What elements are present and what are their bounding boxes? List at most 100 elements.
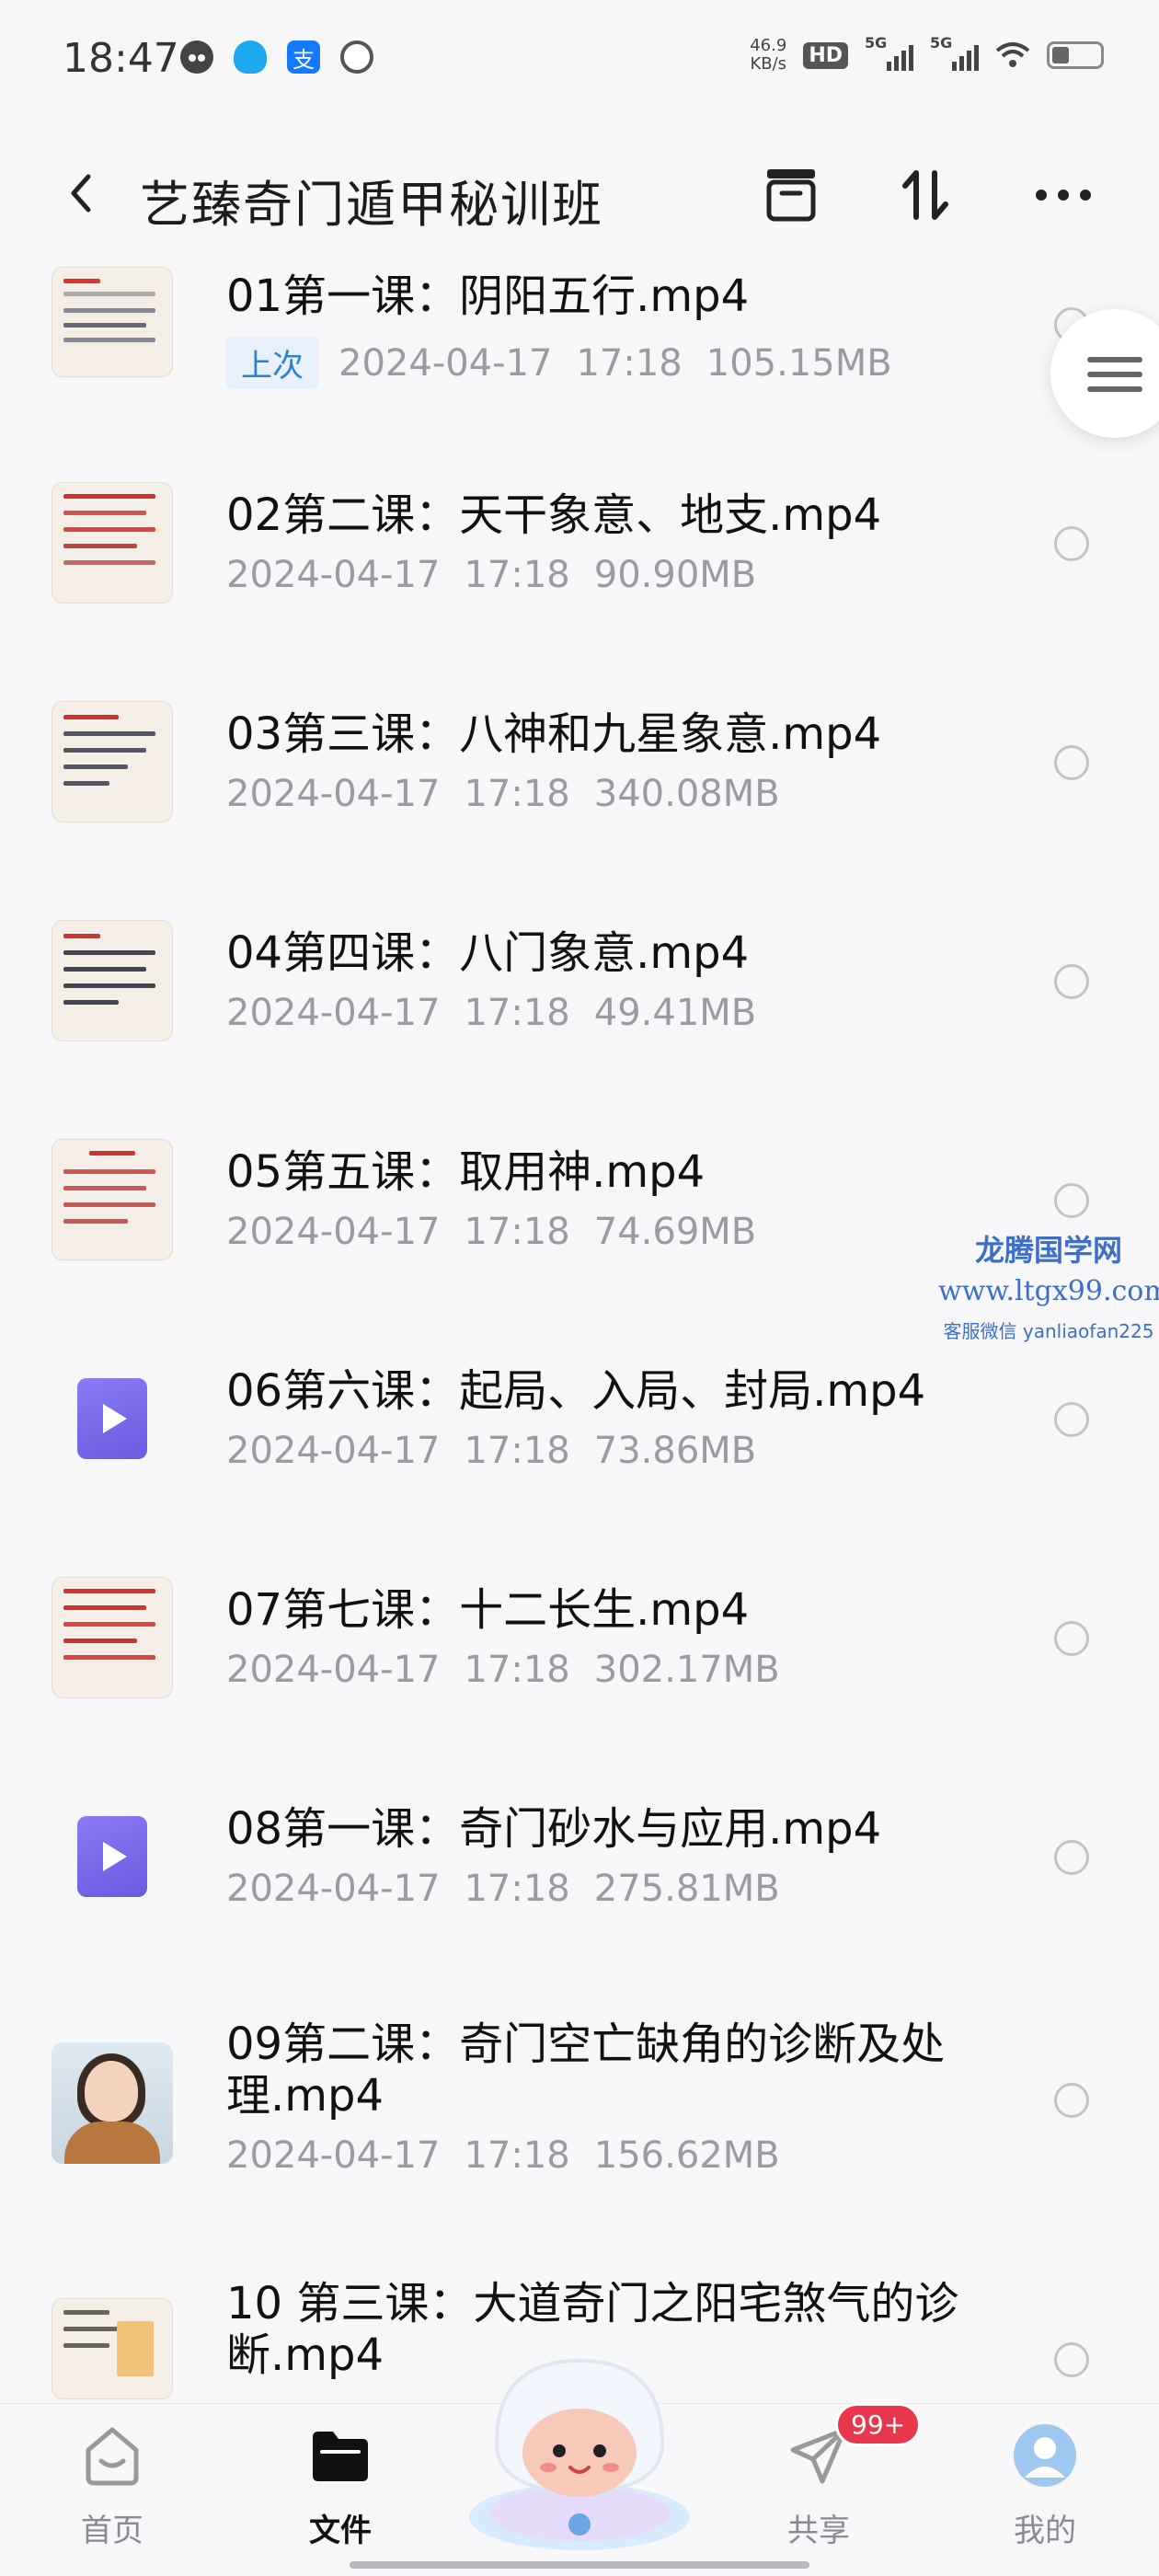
- net-speed-unit: KB/s: [750, 54, 787, 74]
- cat-icon: [180, 40, 213, 74]
- file-thumbnail: [52, 1139, 173, 1260]
- net-speed: 46.9 KB/s: [750, 37, 786, 74]
- file-time: 17:18: [464, 1211, 570, 1253]
- nav-label: 共享: [787, 2513, 850, 2549]
- file-size: 74.69MB: [593, 1211, 757, 1253]
- file-thumbnail: [52, 1577, 173, 1698]
- nav-label: 文件: [309, 2513, 372, 2549]
- file-date: 2024-04-17: [226, 554, 441, 596]
- nav-label: 首页: [81, 2513, 143, 2549]
- select-radio[interactable]: [1054, 964, 1089, 999]
- signal-label: 5G: [930, 34, 953, 52]
- file-thumbnail: [52, 267, 173, 377]
- select-radio[interactable]: [1054, 526, 1089, 561]
- file-size: 105.15MB: [706, 341, 892, 385]
- file-date: 2024-04-17: [226, 1211, 441, 1253]
- file-time: 17:18: [576, 341, 683, 385]
- file-size: 275.81MB: [593, 1868, 780, 1910]
- more-button[interactable]: [1028, 160, 1098, 230]
- file-thumbnail: [52, 1796, 173, 1917]
- file-size: 73.86MB: [593, 1430, 757, 1472]
- file-time: 17:18: [464, 554, 570, 596]
- status-right: 46.9 KB/s HD 5G 5G: [750, 34, 1104, 74]
- file-meta: 上次 2024-04-17 17:18 105.15MB: [226, 337, 892, 389]
- file-thumbnail: [52, 482, 173, 604]
- file-size: 302.17MB: [593, 1649, 780, 1691]
- chevron-left-icon: [71, 174, 91, 213]
- file-size: 49.41MB: [593, 992, 757, 1034]
- file-thumbnail: [52, 1358, 173, 1479]
- signal-label: 5G: [865, 34, 888, 52]
- file-name: 02第二课：天干象意、地支.mp4: [226, 489, 882, 541]
- file-meta: 2024-04-17 17:18 302.17MB: [226, 1649, 780, 1691]
- alipay-icon: 支: [287, 40, 320, 74]
- file-thumbnail: [52, 2298, 173, 2399]
- signal-icon: 5G: [865, 34, 913, 71]
- file-name: 05第五课：取用神.mp4: [226, 1146, 706, 1198]
- select-radio[interactable]: [1054, 1402, 1089, 1437]
- file-date: 2024-04-17: [226, 1430, 441, 1472]
- last-viewed-tag: 上次: [226, 337, 318, 389]
- file-meta: 2024-04-17 17:18 90.90MB: [226, 554, 756, 596]
- file-meta: 2024-04-17 17:18 156.62MB: [226, 2134, 780, 2177]
- watermark-title: 龙腾国学网: [974, 1233, 1122, 1268]
- qq-icon: [234, 40, 267, 74]
- nav-mine[interactable]: 我的: [981, 2422, 1109, 2550]
- file-time: 17:18: [464, 1430, 570, 1472]
- mascot-icon: [469, 2358, 690, 2550]
- video-file-icon: [77, 1816, 147, 1897]
- file-meta: 2024-04-17 17:18 73.86MB: [226, 1430, 756, 1472]
- file-name: 07第七课：十二长生.mp4: [226, 1584, 750, 1636]
- file-size: 340.08MB: [593, 773, 780, 815]
- status-bar: 18:47 支 46.9 KB/s HD 5G 5G: [0, 0, 1159, 129]
- select-radio[interactable]: [1054, 745, 1089, 780]
- file-name: 09第二课：奇门空亡缺角的诊断及处 理.mp4: [226, 2018, 990, 2122]
- more-dots-icon: [1036, 190, 1091, 201]
- sort-button[interactable]: [890, 160, 960, 230]
- status-time: 18:47: [63, 35, 179, 82]
- select-radio[interactable]: [1054, 1183, 1089, 1218]
- file-name: 04第四课：八门象意.mp4: [226, 927, 750, 979]
- select-radio[interactable]: [1054, 2342, 1089, 2377]
- file-name: 01第一课：阴阳五行.mp4: [226, 270, 750, 322]
- wifi-icon: [995, 41, 1030, 69]
- home-indicator: [350, 2561, 809, 2569]
- file-thumbnail: [52, 2042, 173, 2164]
- file-meta: 2024-04-17 17:18 275.81MB: [226, 1868, 780, 1910]
- file-time: 17:18: [464, 2134, 570, 2177]
- file-time: 17:18: [464, 1649, 570, 1691]
- home-icon: [79, 2422, 145, 2489]
- battery-icon: [1047, 41, 1104, 69]
- nav-home[interactable]: 首页: [48, 2422, 177, 2550]
- file-meta: 2024-04-17 17:18 74.69MB: [226, 1211, 756, 1253]
- file-thumbnail: [52, 920, 173, 1041]
- mascot-assistant-button[interactable]: [460, 2333, 699, 2554]
- notification-icons: 支: [180, 40, 373, 74]
- header: 艺臻奇门遁甲秘训班: [0, 147, 1159, 239]
- file-size: 156.62MB: [593, 2134, 780, 2177]
- back-button[interactable]: [57, 166, 112, 221]
- select-radio[interactable]: [1054, 1621, 1089, 1656]
- sort-icon: [902, 170, 948, 220]
- watermark-url: www.ltgx99.com: [938, 1275, 1159, 1307]
- file-time: 17:18: [464, 1868, 570, 1910]
- select-radio[interactable]: [1054, 1840, 1089, 1875]
- share-badge: 99+: [835, 2403, 922, 2446]
- signal-icon: 5G: [930, 34, 979, 71]
- folder-icon: [307, 2422, 373, 2489]
- file-time: 17:18: [464, 773, 570, 815]
- file-name-line: 10 第三课：大道奇门之阳宅煞气的诊: [226, 2278, 959, 2329]
- file-date: 2024-04-17: [226, 992, 441, 1034]
- file-date: 2024-04-17: [226, 773, 441, 815]
- archive-button[interactable]: [756, 160, 826, 230]
- file-time: 17:18: [464, 992, 570, 1034]
- watermark: 龙腾国学网 www.ltgx99.com 客服微信 yanliaofan225: [938, 1227, 1159, 1343]
- file-date: 2024-04-17: [226, 1649, 441, 1691]
- watermark-contact: 客服微信 yanliaofan225: [943, 1320, 1154, 1342]
- select-radio[interactable]: [1054, 2083, 1089, 2118]
- hd-badge: HD: [803, 41, 848, 69]
- file-thumbnail: [52, 701, 173, 822]
- nav-files[interactable]: 文件: [276, 2422, 405, 2550]
- file-name-line: 理.mp4: [226, 2070, 384, 2122]
- page-title: 艺臻奇门遁甲秘训班: [140, 176, 603, 234]
